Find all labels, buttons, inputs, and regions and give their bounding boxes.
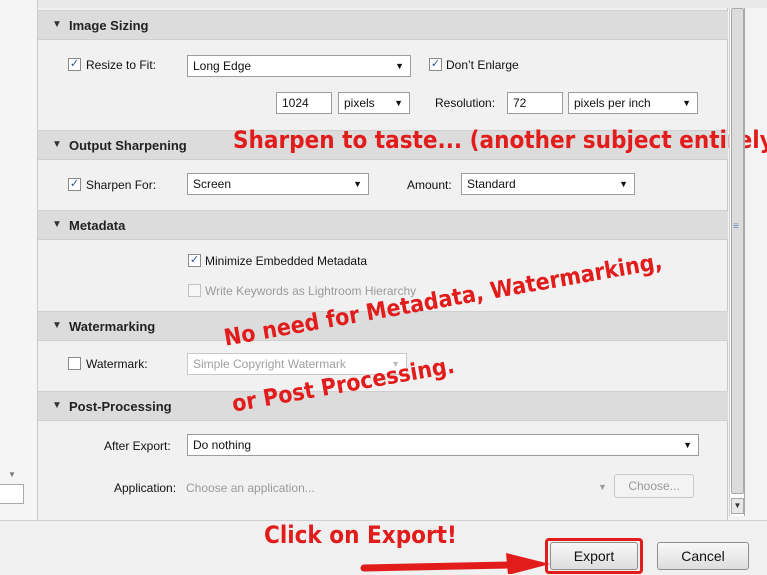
resize-mode-value: Long Edge xyxy=(193,59,252,73)
watermark-checkbox[interactable] xyxy=(68,357,81,370)
write-keywords-label: Write Keywords as Lightroom Hierarchy xyxy=(205,284,417,298)
sharpen-for-value: Screen xyxy=(193,177,232,191)
left-panel-strip xyxy=(0,0,38,520)
cancel-button-label: Cancel xyxy=(681,548,725,564)
disclosure-triangle-icon[interactable]: ▼ xyxy=(52,139,62,150)
sharpen-for-dropdown[interactable]: Screen ▼ xyxy=(187,173,369,195)
watermark-value: Simple Copyright Watermark xyxy=(193,357,346,371)
resolution-value: 72 xyxy=(513,96,527,110)
resize-to-fit-checkbox[interactable]: ✓ xyxy=(68,58,81,71)
section-image-sizing[interactable]: ▼ Image Sizing xyxy=(38,10,728,40)
chevron-down-icon[interactable]: ▼ xyxy=(8,470,16,479)
after-export-dropdown[interactable]: Do nothing ▼ xyxy=(187,434,699,456)
size-input[interactable]: 1024 xyxy=(276,92,332,114)
resolution-unit-value: pixels per inch xyxy=(574,96,651,110)
left-panel-field[interactable] xyxy=(0,484,24,504)
section-title: Output Sharpening xyxy=(69,138,187,153)
dropdown-arrow-icon: ▼ xyxy=(394,98,403,108)
disclosure-triangle-icon[interactable]: ▼ xyxy=(52,19,62,30)
dropdown-arrow-icon: ▼ xyxy=(619,179,628,189)
scrollbar-grip-icon: ≡ xyxy=(733,221,739,232)
export-button[interactable]: Export xyxy=(550,542,638,570)
section-title: Metadata xyxy=(69,218,126,233)
application-dropdown-arrow-icon[interactable]: ▼ xyxy=(598,482,607,492)
resolution-label: Resolution: xyxy=(435,96,496,110)
choose-application-button[interactable]: Choose... xyxy=(614,474,694,498)
click-export-annotation: Click on Export! xyxy=(264,521,457,549)
amount-value: Standard xyxy=(467,177,516,191)
resolution-input[interactable]: 72 xyxy=(507,92,563,114)
size-value: 1024 xyxy=(282,96,309,110)
sharpen-annotation: Sharpen to taste... (another subject ent… xyxy=(233,126,767,154)
section-title: Post-Processing xyxy=(69,399,172,414)
dont-enlarge-label: Don’t Enlarge xyxy=(446,58,519,72)
scroll-down-arrow-icon[interactable]: ▼ xyxy=(731,498,744,514)
section-title: Watermarking xyxy=(69,319,156,334)
dialog-top-edge xyxy=(0,0,767,8)
section-title: Image Sizing xyxy=(69,18,149,33)
minimize-metadata-checkbox[interactable]: ✓ xyxy=(188,254,201,267)
watermark-label: Watermark: xyxy=(86,357,148,371)
sharpen-for-checkbox[interactable]: ✓ xyxy=(68,178,81,191)
resolution-unit-dropdown[interactable]: pixels per inch ▼ xyxy=(568,92,698,114)
size-unit-value: pixels xyxy=(344,96,375,110)
arrow-to-export-icon xyxy=(360,553,550,574)
disclosure-triangle-icon[interactable]: ▼ xyxy=(52,219,62,230)
cancel-button[interactable]: Cancel xyxy=(657,542,749,570)
dropdown-arrow-icon: ▼ xyxy=(353,179,362,189)
write-keywords-checkbox[interactable] xyxy=(188,284,201,297)
export-button-label: Export xyxy=(573,548,615,564)
amount-dropdown[interactable]: Standard ▼ xyxy=(461,173,635,195)
disclosure-triangle-icon[interactable]: ▼ xyxy=(52,320,62,331)
application-field[interactable]: Choose an application... xyxy=(186,481,315,495)
resize-mode-dropdown[interactable]: Long Edge ▼ xyxy=(187,55,411,77)
choose-button-label: Choose... xyxy=(628,479,680,493)
amount-label: Amount: xyxy=(407,178,452,192)
after-export-label: After Export: xyxy=(104,439,171,453)
dropdown-arrow-icon: ▼ xyxy=(682,98,691,108)
sharpen-for-label: Sharpen For: xyxy=(86,178,157,192)
after-export-value: Do nothing xyxy=(193,438,252,452)
dropdown-arrow-icon: ▼ xyxy=(683,440,692,450)
section-post-processing[interactable]: ▼ Post-Processing xyxy=(38,391,728,421)
dont-enlarge-checkbox[interactable]: ✓ xyxy=(429,58,442,71)
disclosure-triangle-icon[interactable]: ▼ xyxy=(52,400,62,411)
application-label: Application: xyxy=(114,481,177,495)
dropdown-arrow-icon: ▼ xyxy=(395,61,404,71)
minimize-metadata-label: Minimize Embedded Metadata xyxy=(205,254,368,268)
section-metadata[interactable]: ▼ Metadata xyxy=(38,210,728,240)
resize-to-fit-label: Resize to Fit: xyxy=(86,58,157,72)
size-unit-dropdown[interactable]: pixels ▼ xyxy=(338,92,410,114)
scrollbar-thumb[interactable] xyxy=(731,8,744,494)
